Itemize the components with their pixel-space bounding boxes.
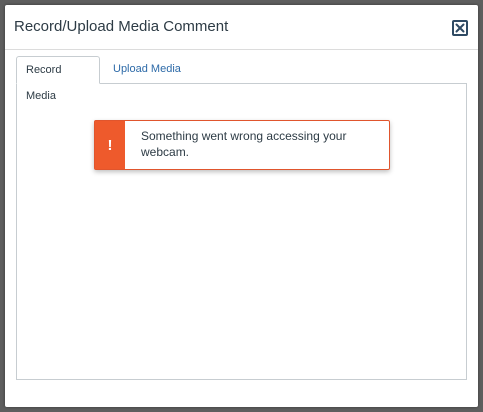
dialog-titlebar: Record/Upload Media Comment <box>5 5 478 50</box>
close-button[interactable] <box>452 20 468 36</box>
close-icon <box>455 23 465 33</box>
alert-icon-box: ! <box>95 121 125 169</box>
tab-record-media[interactable]: Record Media <box>16 56 100 102</box>
record-media-panel: ! Something went wrong accessing your we… <box>16 83 467 380</box>
dialog-title: Record/Upload Media Comment <box>14 18 229 35</box>
tab-upload-media[interactable]: Upload Media <box>104 56 190 84</box>
alert-message: Something went wrong accessing your webc… <box>141 129 347 159</box>
media-comment-dialog: Record/Upload Media Comment Record Media… <box>5 5 478 407</box>
error-alert: ! Something went wrong accessing your we… <box>94 120 390 170</box>
exclamation-icon: ! <box>107 136 113 154</box>
tab-bar: Record Media Upload Media <box>16 56 467 102</box>
